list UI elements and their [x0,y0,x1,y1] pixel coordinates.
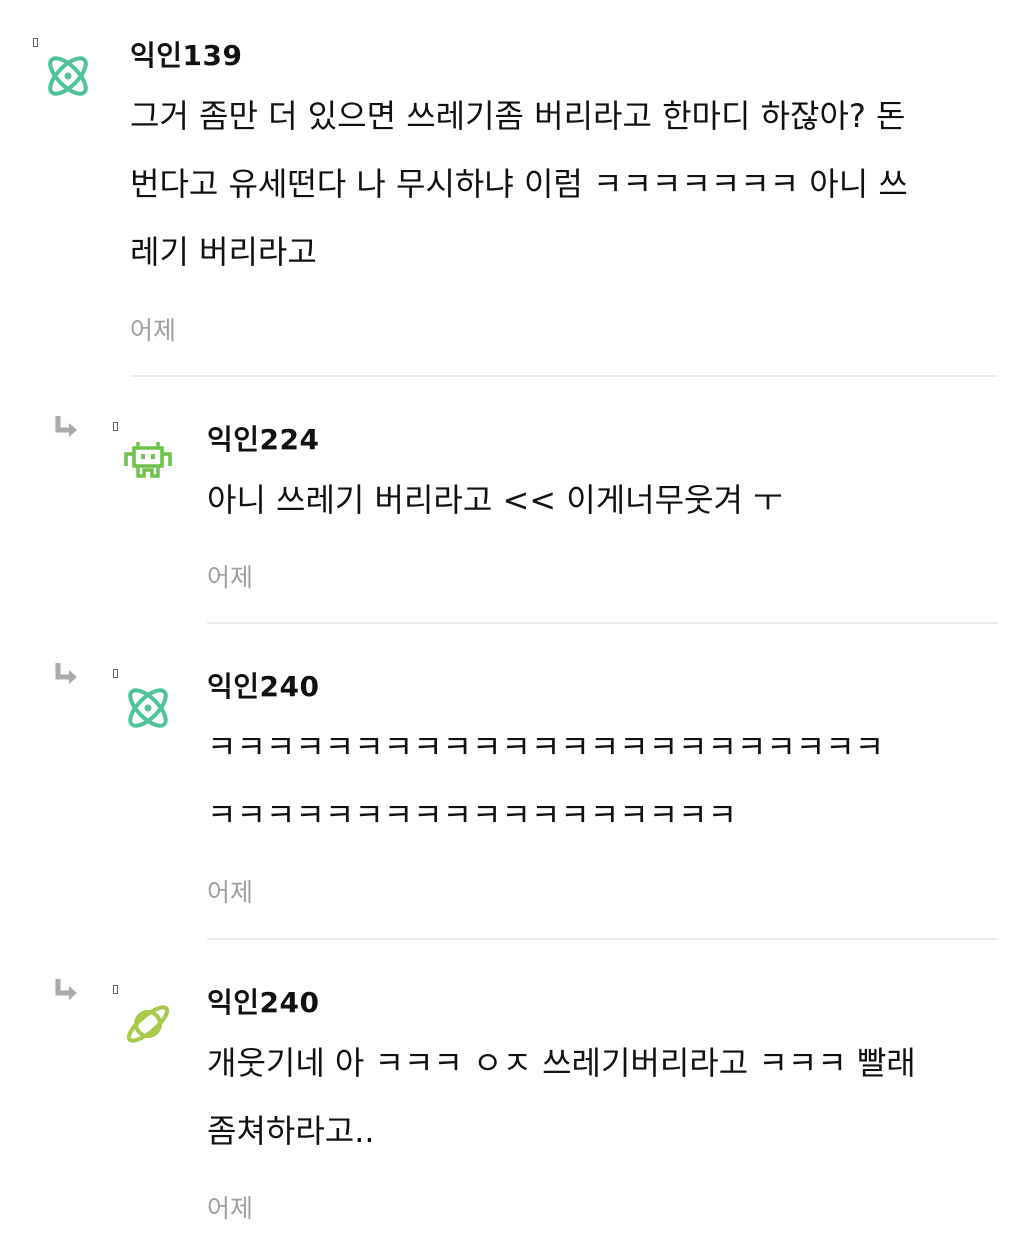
comment-line: 아니 쓰레기 버리라고 << 이게너무웃겨 ㅜ [207,481,783,519]
divider [130,375,998,377]
comment-text: ㅋㅋㅋㅋㅋㅋㅋㅋㅋㅋㅋㅋㅋㅋㅋㅋㅋㅋㅋㅋㅋㅋㅋ ㅋㅋㅋㅋㅋㅋㅋㅋㅋㅋㅋㅋㅋㅋㅋㅋ… [207,713,1007,849]
comment-line: 번다고 유세떤다 나 무시하냐 이럼 ㅋㅋㅋㅋㅋㅋㅋ 아니 쓰 [130,165,908,203]
comment-line: 좀쳐하라고.. [207,1112,375,1150]
comment-line: 개웃기네 아 ㅋㅋㅋ ㅇㅈ 쓰레기버리라고 ㅋㅋㅋ 빨래 [207,1044,916,1082]
marker-icon [33,38,38,47]
comment-author[interactable]: 익인224 [207,418,319,458]
divider [207,938,998,940]
space-invader-icon[interactable] [122,436,174,488]
divider [207,622,998,624]
comment-line: 레기 버리라고 [130,233,317,271]
reply-arrow-icon [54,977,80,1003]
comment-line: 그거 좀만 더 있으면 쓰레기좀 버리라고 한마디 하잖아? 돈 [130,97,906,135]
planet-icon[interactable] [122,998,174,1050]
comment-text: 개웃기네 아 ㅋㅋㅋ ㅇㅈ 쓰레기버리라고 ㅋㅋㅋ 빨래 좀쳐하라고.. [207,1029,1007,1165]
comment-author[interactable]: 익인139 [130,34,242,74]
comment-author[interactable]: 익인240 [207,665,319,705]
comment-time: 어제 [207,1194,254,1223]
comment-text: 아니 쓰레기 버리라고 << 이게너무웃겨 ㅜ [207,466,1007,534]
comment-line: ㅋㅋㅋㅋㅋㅋㅋㅋㅋㅋㅋㅋㅋㅋㅋㅋㅋㅋㅋㅋㅋㅋㅋ [207,728,885,766]
comment-line: ㅋㅋㅋㅋㅋㅋㅋㅋㅋㅋㅋㅋㅋㅋㅋㅋㅋㅋ [207,796,737,834]
atom-icon[interactable] [42,50,94,102]
marker-icon [113,422,118,431]
reply-arrow-icon [54,661,80,687]
comment-author[interactable]: 익인240 [207,981,319,1021]
marker-icon [113,669,118,678]
marker-icon [113,985,118,994]
comment-time: 어제 [207,878,254,907]
atom-icon[interactable] [122,682,174,734]
comment-time: 어제 [207,563,254,592]
reply-arrow-icon [54,414,80,440]
comment-time: 어제 [130,316,177,345]
comment-text: 그거 좀만 더 있으면 쓰레기좀 버리라고 한마디 하잖아? 돈 번다고 유세떤… [130,82,1010,286]
